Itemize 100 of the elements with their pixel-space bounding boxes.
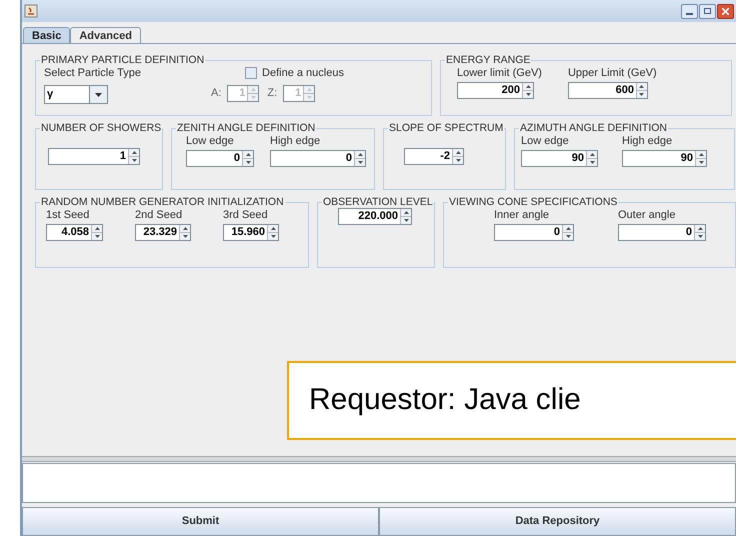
callout: Requestor: Java clie	[287, 361, 736, 440]
down-arrow-icon	[250, 96, 256, 99]
spin-down-button[interactable]	[355, 159, 365, 166]
number-spinner[interactable]: 15.960	[223, 224, 279, 241]
field-label: A:	[211, 86, 222, 102]
down-arrow-icon	[590, 161, 594, 164]
spin-up-button[interactable]	[695, 225, 705, 233]
up-arrow-icon	[132, 151, 136, 154]
number-spinner[interactable]: 220.000	[338, 208, 412, 225]
group-title: AZIMUTH ANGLE DEFINITION	[519, 122, 668, 134]
up-arrow-icon	[246, 153, 250, 156]
spin-up-button[interactable]	[180, 225, 190, 233]
minimize-button[interactable]	[681, 4, 698, 18]
down-arrow-icon	[404, 219, 408, 222]
field-label: Z:	[267, 86, 278, 102]
down-arrow-icon	[306, 96, 312, 99]
spin-down-button[interactable]	[243, 159, 253, 166]
particle-dropdown[interactable]: γ	[44, 85, 108, 104]
number-spinner[interactable]: 0	[618, 224, 706, 241]
number-spinner[interactable]: 90	[622, 150, 707, 167]
down-arrow-icon	[526, 93, 530, 96]
group-title: VIEWING CONE SPECIFICATIONS	[448, 196, 618, 208]
number-spinner[interactable]: 0	[270, 150, 366, 167]
field-label: Low edge	[521, 134, 570, 148]
spin-down-button[interactable]	[180, 233, 190, 240]
down-arrow-icon	[132, 159, 136, 162]
group-title: OBSERVATION LEVEL	[322, 196, 434, 208]
spin-down-button[interactable]	[523, 91, 533, 98]
spin-down-button[interactable]	[695, 233, 705, 240]
spin-up-button[interactable]	[563, 225, 573, 233]
field-label: Outer angle	[618, 208, 676, 222]
up-arrow-icon	[358, 153, 362, 156]
up-arrow-icon	[456, 151, 460, 154]
number-spinner[interactable]: 1	[48, 148, 140, 165]
number-spinner[interactable]: 600	[568, 82, 648, 99]
down-arrow-icon	[698, 161, 704, 164]
number-spinner[interactable]: 0	[494, 224, 574, 241]
spin-up-button[interactable]	[523, 83, 533, 91]
down-arrow-icon	[358, 161, 362, 164]
up-arrow-icon	[639, 85, 644, 88]
spin-down-button[interactable]	[268, 233, 278, 240]
up-arrow-icon	[590, 153, 594, 156]
field-label: Select Particle Type	[44, 66, 142, 80]
spin-up-button[interactable]	[268, 225, 278, 233]
spin-down-button[interactable]	[696, 159, 706, 166]
group-title: ZENITH ANGLE DEFINITION	[176, 122, 316, 134]
number-spinner[interactable]: 90	[521, 150, 598, 167]
field-label: 1st Seed	[46, 208, 90, 222]
field-label: Low edge	[186, 134, 235, 148]
down-arrow-icon	[639, 93, 644, 96]
text-area[interactable]	[22, 463, 736, 503]
field-label: Upper Limit (GeV)	[568, 66, 657, 80]
up-arrow-icon	[306, 88, 312, 91]
field-label: High edge	[270, 134, 322, 148]
spin-up-button[interactable]	[243, 151, 253, 159]
spin-down-button[interactable]	[636, 91, 647, 98]
down-arrow-icon	[566, 235, 570, 238]
up-arrow-icon	[182, 227, 188, 230]
spin-down-button[interactable]	[92, 233, 102, 240]
spin-down-button[interactable]	[587, 159, 597, 166]
up-arrow-icon	[526, 85, 530, 88]
number-spinner[interactable]: -2	[404, 148, 464, 165]
group-title: SLOPE OF SPECTRUM	[388, 122, 504, 134]
app-icon	[24, 4, 38, 18]
number-spinner[interactable]: 4.058	[46, 224, 103, 241]
up-arrow-icon	[698, 227, 702, 230]
spin-down-button[interactable]	[401, 217, 411, 224]
down-arrow-icon	[246, 161, 250, 164]
spin-up-button[interactable]	[587, 151, 597, 159]
tab[interactable]: Advanced	[70, 27, 141, 43]
close-icon	[722, 8, 729, 14]
spin-up-button[interactable]	[92, 225, 102, 233]
spin-up-button[interactable]	[696, 151, 706, 159]
spin-down-button[interactable]	[129, 157, 139, 164]
group-title: RANDOM NUMBER GENERATOR INITIALIZATION	[40, 196, 285, 208]
up-arrow-icon	[566, 227, 570, 230]
nucleus-checkbox[interactable]: Define a nucleus	[245, 66, 344, 80]
maximize-button[interactable]	[699, 4, 716, 18]
tab[interactable]: Basic	[23, 27, 70, 43]
number-spinner[interactable]: 200	[457, 82, 534, 99]
field-label: Lower limit (GeV)	[457, 66, 542, 80]
spin-up-button[interactable]	[355, 151, 365, 159]
spin-down-button[interactable]	[453, 157, 463, 164]
up-arrow-icon	[698, 153, 704, 156]
spin-up-button[interactable]	[129, 149, 139, 157]
number-spinner[interactable]: 0	[186, 150, 254, 167]
action-button[interactable]: Submit	[22, 507, 379, 536]
spin-up-button[interactable]	[401, 209, 411, 217]
group-title: PRIMARY PARTICLE DEFINITION	[40, 54, 206, 66]
close-button[interactable]	[717, 4, 734, 18]
action-button[interactable]: Data Repository	[379, 507, 736, 536]
spin-down-button[interactable]	[563, 233, 573, 240]
down-arrow-icon	[94, 235, 100, 238]
down-arrow-icon	[698, 235, 702, 238]
caret-icon	[95, 92, 102, 96]
number-spinner[interactable]: 23.329	[135, 224, 191, 241]
spin-up-button[interactable]	[636, 83, 647, 91]
field-label: High edge	[622, 134, 674, 148]
up-arrow-icon	[94, 227, 100, 230]
spin-up-button[interactable]	[453, 149, 463, 157]
